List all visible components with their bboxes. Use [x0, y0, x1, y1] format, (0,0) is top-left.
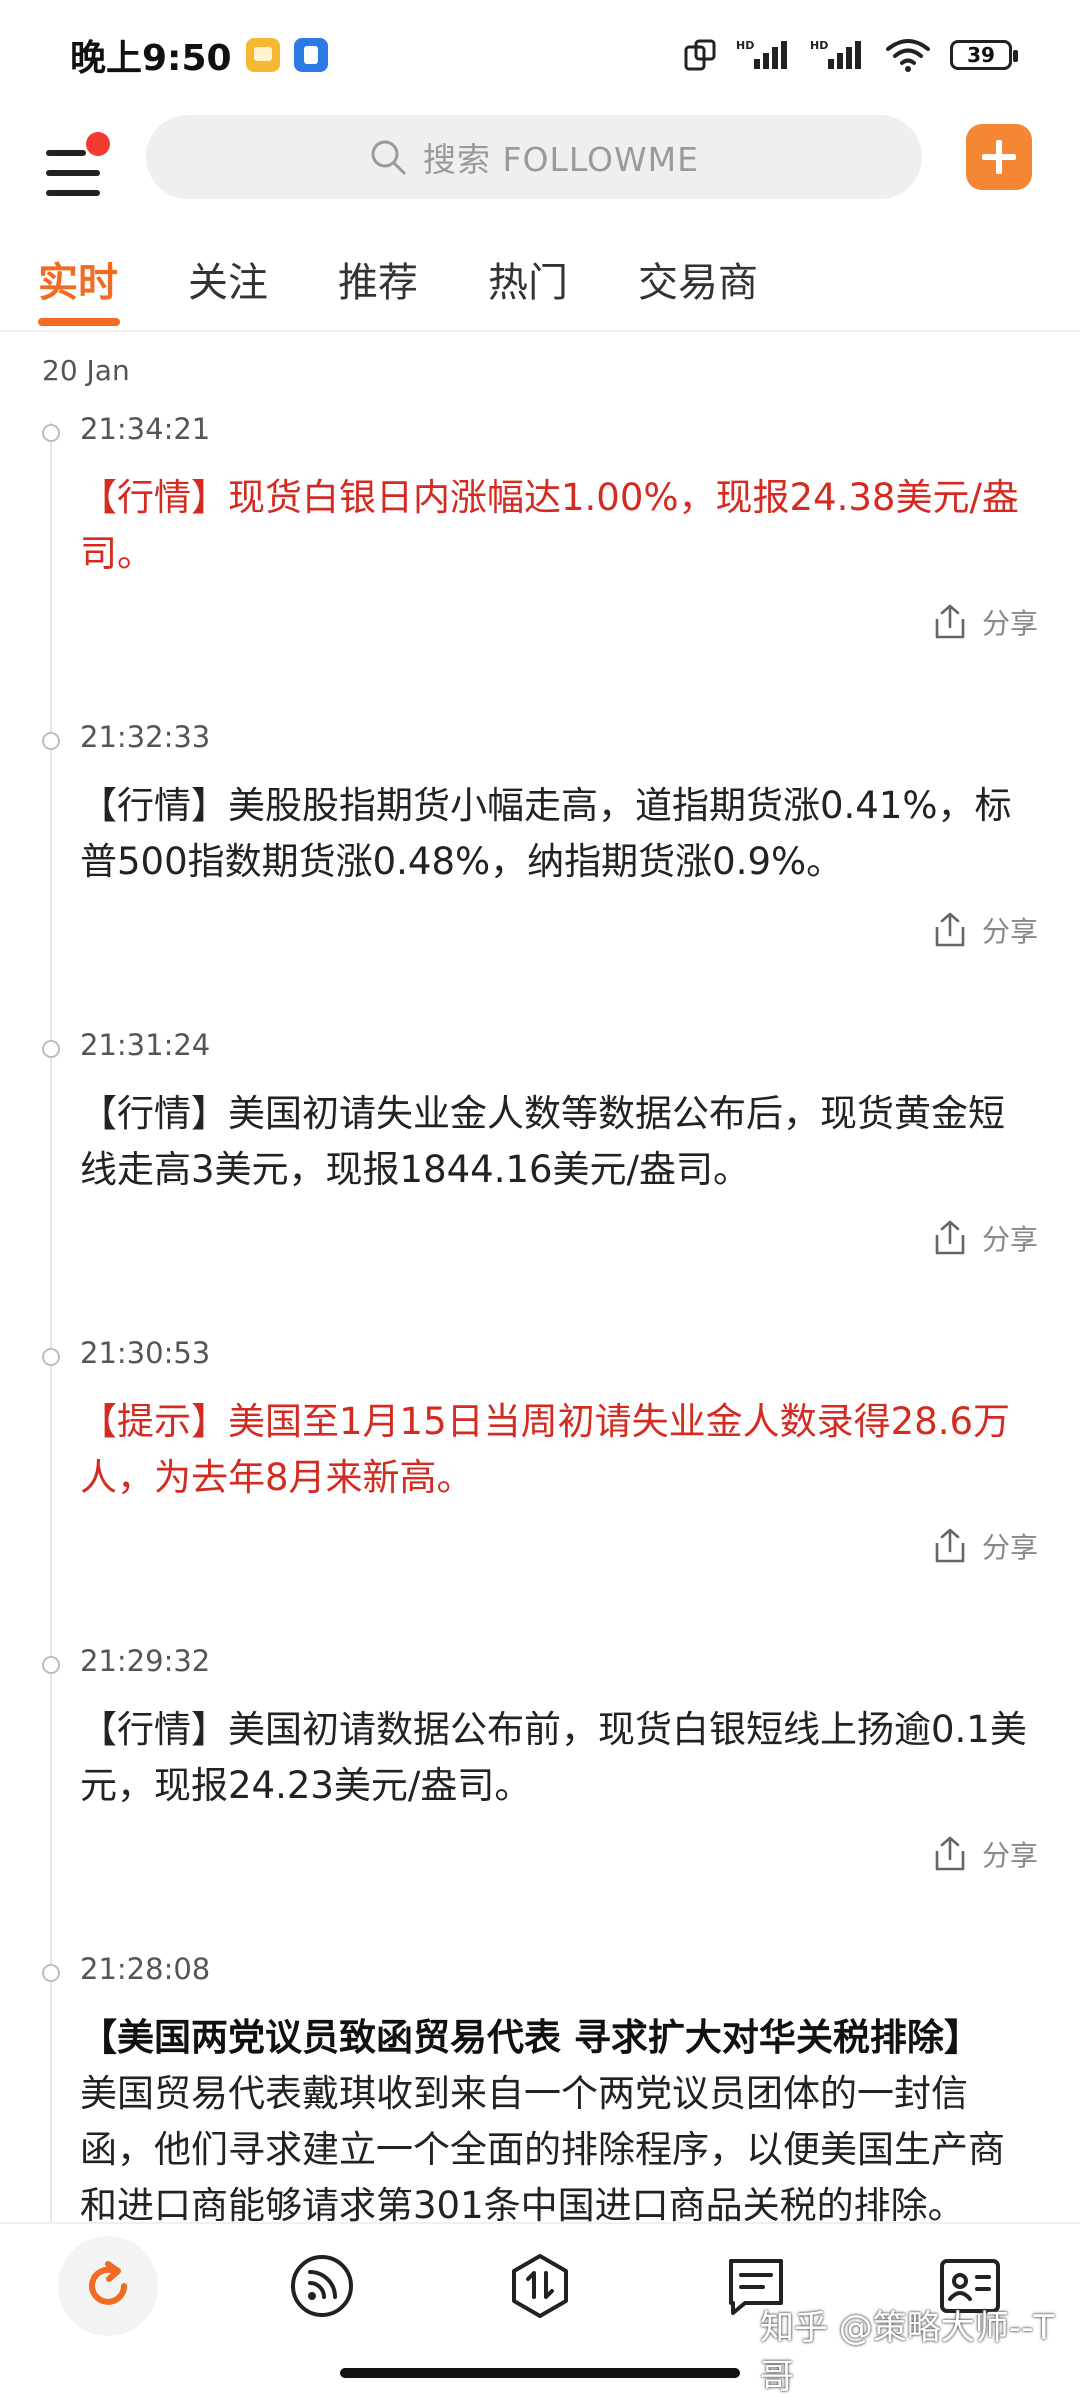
share-icon [935, 1220, 965, 1255]
feed-date: 20 Jan [42, 354, 130, 387]
news-item[interactable]: 21:31:24 【行情】美国初请失业金人数等数据公布后，现货黄金短线走高3美元… [0, 1028, 1080, 1328]
top-header: 搜索 FOLLOWME [0, 110, 1080, 240]
timeline-dot [42, 1964, 60, 1982]
share-icon [935, 604, 965, 639]
news-text: 【行情】现货白银日内涨幅达1.00%，现报24.38美元/盎司。 [80, 476, 1019, 575]
signal-icon-2: HD [810, 39, 861, 69]
notification-app-icon-2 [293, 38, 328, 72]
share-button[interactable]: 分享 [932, 1218, 1038, 1258]
news-headline: 【美国两党议员致函贸易代表 寻求扩大对华关税排除】 [80, 2016, 981, 2059]
trade-icon [512, 2254, 568, 2318]
nav-feed[interactable] [272, 2236, 372, 2336]
rotate-lock-icon [684, 39, 716, 71]
news-time: 21:28:08 [80, 1952, 211, 1986]
search-icon [371, 140, 406, 175]
tab-bar: 实时 关注 推荐 热门 交易商 [0, 240, 1080, 332]
share-label: 分享 [981, 915, 1038, 948]
news-item[interactable]: 21:30:53 【提示】美国至1月15日当周初请失业金人数录得28.6万人，为… [0, 1336, 1080, 1636]
share-icon [935, 912, 965, 947]
tab-following[interactable]: 关注 [188, 250, 268, 308]
share-button[interactable]: 分享 [932, 1834, 1038, 1874]
watermark: 知乎 @策略大师--T哥 [760, 2308, 1055, 2397]
timeline-dot [42, 1348, 60, 1366]
timeline-dot [42, 732, 60, 750]
share-label: 分享 [981, 1531, 1038, 1564]
nav-trade[interactable] [490, 2236, 590, 2336]
menu-button[interactable] [42, 132, 112, 202]
signal-icon: HD [736, 39, 787, 69]
search-placeholder: 搜索 FOLLOWME [423, 140, 699, 179]
news-text: 【提示】美国至1月15日当周初请失业金人数录得28.6万人，为去年8月来新高。 [80, 1400, 1011, 1499]
news-time: 21:32:33 [80, 720, 211, 754]
news-text: 【行情】美国初请数据公布前，现货白银短线上扬逾0.1美元，现报24.23美元/盎… [80, 1708, 1027, 1807]
refresh-icon [89, 2261, 127, 2305]
rss-icon [291, 2255, 353, 2317]
wifi-icon [886, 39, 930, 72]
notification-app-icon [245, 38, 280, 72]
news-text: 美国贸易代表戴琪收到来自一个两党议员团体的一封信函，他们寻求建立一个全面的排除程… [80, 2072, 1005, 2222]
battery-icon: 39 [950, 40, 1018, 70]
menu-icon [46, 150, 86, 156]
news-time: 21:30:53 [80, 1336, 211, 1370]
svg-text:HD: HD [736, 39, 754, 52]
share-icon [935, 1836, 965, 1871]
menu-icon-line [46, 170, 100, 176]
tab-hot[interactable]: 热门 [488, 250, 568, 308]
news-time: 21:31:24 [80, 1028, 211, 1062]
news-item[interactable]: 21:29:32 【行情】美国初请数据公布前，现货白银短线上扬逾0.1美元，现报… [0, 1644, 1080, 1944]
nav-refresh[interactable] [58, 2236, 158, 2336]
news-time: 21:34:21 [80, 412, 211, 446]
app-screen: 晚上9:50 HD HD 39 搜索 FOLLOWME 实时 关注 推荐 热门 … [0, 0, 1080, 2400]
tab-realtime[interactable]: 实时 [38, 250, 118, 308]
share-button[interactable]: 分享 [932, 602, 1038, 642]
news-text: 【行情】美股股指期货小幅走高，道指期货涨0.41%，标普500指数期货涨0.48… [80, 784, 1012, 883]
share-label: 分享 [981, 607, 1038, 640]
add-button[interactable] [966, 124, 1032, 190]
timeline-dot [42, 424, 60, 442]
status-bar: 晚上9:50 HD HD 39 [0, 0, 1080, 110]
tab-brokers[interactable]: 交易商 [638, 250, 758, 308]
share-icon [935, 1528, 965, 1563]
news-item[interactable]: 21:28:08 【美国两党议员致函贸易代表 寻求扩大对华关税排除】 美国贸易代… [0, 1952, 1080, 2222]
search-bar[interactable]: 搜索 FOLLOWME [146, 115, 922, 199]
timeline-dot [42, 1040, 60, 1058]
menu-icon-line [46, 190, 100, 196]
news-time: 21:29:32 [80, 1644, 211, 1678]
share-button[interactable]: 分享 [932, 1526, 1038, 1566]
share-button[interactable]: 分享 [932, 910, 1038, 950]
news-item[interactable]: 21:34:21 【行情】现货白银日内涨幅达1.00%，现报24.38美元/盎司… [0, 412, 1080, 712]
home-indicator[interactable] [340, 2368, 740, 2378]
news-feed[interactable]: 20 Jan 21:34:21 【行情】现货白银日内涨幅达1.00%，现报24.… [0, 332, 1080, 2222]
tab-recommended[interactable]: 推荐 [338, 250, 418, 308]
share-label: 分享 [981, 1223, 1038, 1256]
news-text: 【行情】美国初请失业金人数等数据公布后，现货黄金短线走高3美元，现报1844.1… [80, 1092, 1005, 1191]
timeline-dot [42, 1656, 60, 1674]
active-tab-indicator [38, 318, 120, 326]
notification-dot [86, 132, 110, 156]
share-label: 分享 [981, 1839, 1038, 1872]
status-time: 晚上9:50 [70, 38, 232, 79]
svg-text:HD: HD [810, 39, 828, 52]
news-item[interactable]: 21:32:33 【行情】美股股指期货小幅走高，道指期货涨0.41%，标普500… [0, 720, 1080, 1020]
